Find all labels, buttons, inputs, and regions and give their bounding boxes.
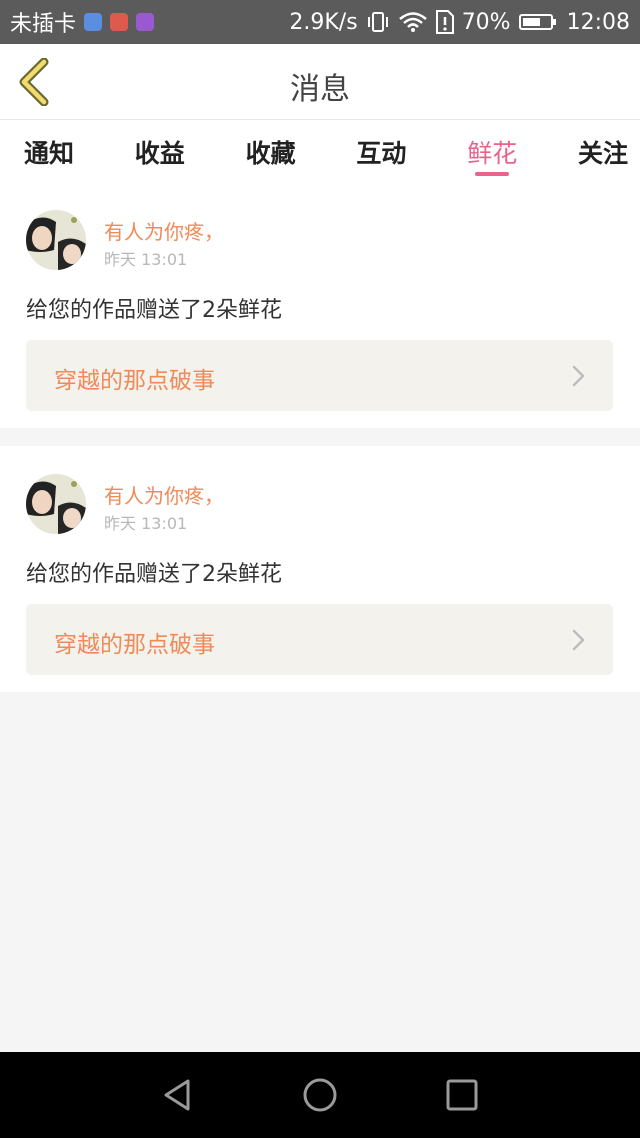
square-recents-icon [446,1079,478,1111]
message-card: 有人为你疼， 昨天 13:01 给您的作品赠送了2朵鲜花 穿越的那点破事 [0,182,640,428]
work-link[interactable]: 穿越的那点破事 [26,340,613,411]
message-time: 昨天 13:01 [104,250,188,269]
tab-favorites[interactable]: 收藏 [246,120,296,182]
app-header: 消息 [0,44,640,120]
avatar-image [26,474,86,534]
message-card: 有人为你疼， 昨天 13:01 给您的作品赠送了2朵鲜花 穿越的那点破事 [0,446,640,692]
work-title: 穿越的那点破事 [54,368,215,394]
circle-home-icon [303,1078,337,1112]
work-link[interactable]: 穿越的那点破事 [26,604,613,675]
tab-follow[interactable]: 关注 [578,120,628,182]
sender-name[interactable]: 有人为你疼， [104,216,224,245]
location-app-icon [84,13,103,31]
tab-flowers[interactable]: 鲜花 [467,120,517,182]
avatar-image [26,210,86,270]
battery-level-fill [522,18,540,26]
navigation-bar [0,1052,640,1138]
gallery-app-icon [136,13,155,31]
triangle-back-icon [164,1079,190,1111]
page-title: 消息 [290,72,350,107]
chevron-right-icon [572,365,585,387]
vibrate-icon [367,12,388,32]
tab-interactions[interactable]: 互动 [356,120,406,182]
battery-icon [518,14,556,30]
message-time: 昨天 13:01 [104,514,188,533]
tab-notifications[interactable]: 通知 [24,120,74,182]
avatar[interactable] [26,474,86,534]
message-text: 给您的作品赠送了2朵鲜花 [26,298,282,323]
sim-alert-icon [435,10,454,34]
tab-bar: 通知 收益 收藏 互动 鲜花 关注 [0,120,640,182]
nav-home-button[interactable] [302,1077,338,1113]
status-bar: 未插卡 2.9K/s 70% 12:08 [0,0,640,44]
message-text: 给您的作品赠送了2朵鲜花 [26,562,282,587]
battery-percent: 70% [461,9,511,35]
nav-back-button[interactable] [160,1077,196,1113]
work-title: 穿越的那点破事 [54,632,215,658]
chevron-right-icon [572,629,585,651]
network-speed: 2.9K/s [289,9,358,35]
avatar[interactable] [26,210,86,270]
wifi-icon [398,12,427,32]
carrier-status: 未插卡 [10,12,77,37]
mail-app-icon [110,13,129,31]
sender-name[interactable]: 有人为你疼， [104,480,224,509]
active-tab-indicator [475,172,510,176]
tab-earnings[interactable]: 收益 [135,120,185,182]
nav-recents-button[interactable] [444,1077,480,1113]
clock: 12:08 [566,9,630,35]
